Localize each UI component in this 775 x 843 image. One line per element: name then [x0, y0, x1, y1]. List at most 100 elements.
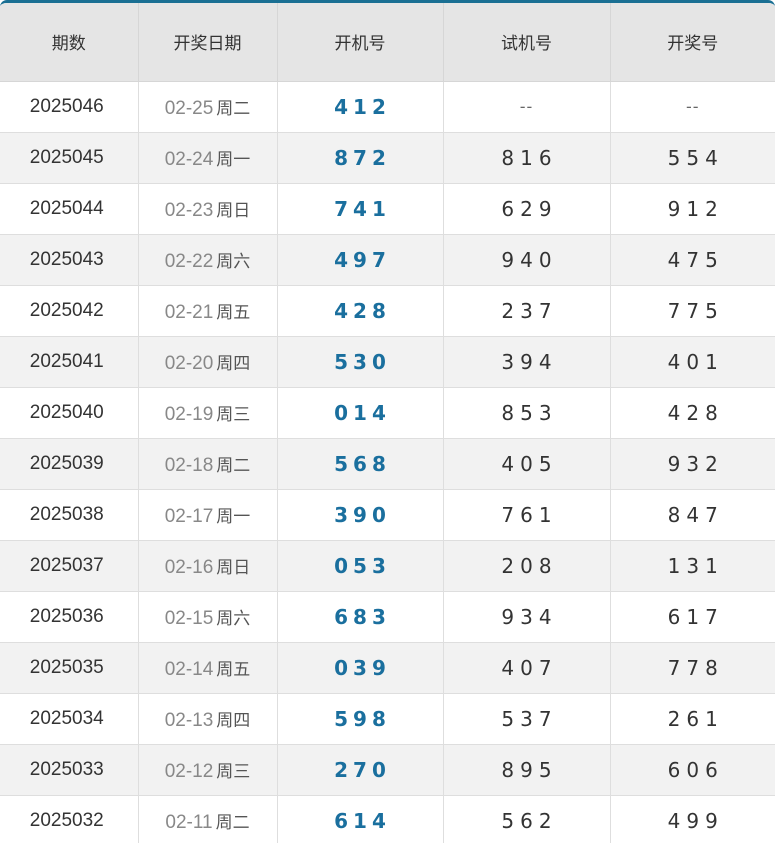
period-cell: 2025032: [0, 795, 139, 843]
draw-weekday: 周三: [216, 761, 251, 782]
prize-number-cell: 401: [610, 336, 775, 388]
draw-weekday: 周二: [216, 98, 251, 119]
open-number-cell: 053: [277, 540, 444, 592]
test-number-cell: 208: [443, 540, 611, 592]
table-row: 2025036 02-15 周六 683 934 617: [0, 591, 775, 643]
draw-weekday: 周三: [216, 404, 251, 425]
draw-weekday: 周日: [216, 557, 251, 578]
table-row: 2025037 02-16 周日 053 208 131: [0, 540, 775, 592]
draw-weekday: 周五: [216, 302, 251, 323]
draw-date: 02-14: [164, 658, 214, 680]
column-header-test-number: 试机号: [443, 3, 611, 82]
period-cell: 2025037: [0, 540, 139, 592]
draw-date-cell: 02-14 周五: [138, 642, 278, 694]
draw-date: 02-17: [164, 505, 214, 527]
draw-date: 02-21: [164, 301, 214, 323]
draw-date: 02-16: [164, 556, 214, 578]
draw-date-cell: 02-19 周三: [138, 387, 278, 439]
draw-date-cell: 02-18 周二: [138, 438, 278, 490]
period-cell: 2025046: [0, 81, 139, 133]
open-number-cell: 014: [277, 387, 444, 439]
prize-number-cell: 554: [610, 132, 775, 184]
prize-number-cell: 778: [610, 642, 775, 694]
draw-date: 02-25: [164, 97, 214, 119]
draw-date: 02-24: [164, 148, 214, 170]
draw-date-cell: 02-23 周日: [138, 183, 278, 235]
table-row: 2025041 02-20 周四 530 394 401: [0, 336, 775, 388]
draw-date-cell: 02-24 周一: [138, 132, 278, 184]
draw-weekday: 周日: [216, 200, 251, 221]
draw-date: 02-15: [164, 607, 214, 629]
draw-date: 02-22: [164, 250, 214, 272]
test-number-cell: 940: [443, 234, 611, 286]
table-row: 2025038 02-17 周一 390 761 847: [0, 489, 775, 541]
draw-date: 02-20: [164, 352, 214, 374]
draw-weekday: 周一: [216, 149, 251, 170]
column-header-prize-number: 开奖号: [610, 3, 775, 82]
prize-number-cell: 428: [610, 387, 775, 439]
period-cell: 2025035: [0, 642, 139, 694]
draw-date-cell: 02-12 周三: [138, 744, 278, 796]
column-header-period: 期数: [0, 3, 139, 82]
open-number-cell: 741: [277, 183, 444, 235]
test-number-cell: 934: [443, 591, 611, 643]
period-cell: 2025041: [0, 336, 139, 388]
results-table: 期数 开奖日期 开机号 试机号 开奖号 2025046 02-25 周二 412 -- -…: [0, 3, 775, 843]
prize-number-cell: 617: [610, 591, 775, 643]
draw-date-cell: 02-25 周二: [138, 81, 278, 133]
open-number-cell: 872: [277, 132, 444, 184]
draw-date-cell: 02-11 周二: [138, 795, 278, 843]
table-row: 2025043 02-22 周六 497 940 475: [0, 234, 775, 286]
prize-number-cell: 847: [610, 489, 775, 541]
draw-weekday: 周四: [216, 710, 251, 731]
test-number-cell: 895: [443, 744, 611, 796]
prize-number-cell: 131: [610, 540, 775, 592]
draw-weekday: 周六: [216, 608, 251, 629]
prize-number-cell: 912: [610, 183, 775, 235]
table-row: 2025039 02-18 周二 568 405 932: [0, 438, 775, 490]
open-number-cell: 039: [277, 642, 444, 694]
prize-number-cell: 475: [610, 234, 775, 286]
draw-date: 02-11: [165, 811, 213, 833]
table-row: 2025045 02-24 周一 872 816 554: [0, 132, 775, 184]
prize-number-cell: 775: [610, 285, 775, 337]
draw-date: 02-12: [164, 760, 214, 782]
test-number-cell: 853: [443, 387, 611, 439]
table-row: 2025034 02-13 周四 598 537 261: [0, 693, 775, 745]
test-number-cell: --: [443, 81, 611, 133]
test-number-cell: 405: [443, 438, 611, 490]
draw-date: 02-18: [164, 454, 214, 476]
test-number-cell: 407: [443, 642, 611, 694]
period-cell: 2025042: [0, 285, 139, 337]
table-row: 2025044 02-23 周日 741 629 912: [0, 183, 775, 235]
open-number-cell: 390: [277, 489, 444, 541]
table-row: 2025033 02-12 周三 270 895 606: [0, 744, 775, 796]
column-header-open-number: 开机号: [277, 3, 444, 82]
prize-number-cell: 261: [610, 693, 775, 745]
draw-date-cell: 02-21 周五: [138, 285, 278, 337]
draw-weekday: 周六: [216, 251, 251, 272]
table-header-row: 期数 开奖日期 开机号 试机号 开奖号: [0, 3, 775, 82]
table-row: 2025032 02-11 周二 614 562 499: [0, 795, 775, 843]
table-row: 2025042 02-21 周五 428 237 775: [0, 285, 775, 337]
open-number-cell: 270: [277, 744, 444, 796]
draw-weekday: 周一: [216, 506, 251, 527]
draw-weekday: 周四: [216, 353, 251, 374]
draw-date: 02-19: [164, 403, 214, 425]
period-cell: 2025045: [0, 132, 139, 184]
prize-number-cell: 499: [610, 795, 775, 843]
period-cell: 2025036: [0, 591, 139, 643]
draw-weekday: 周二: [215, 812, 250, 833]
draw-weekday: 周二: [216, 455, 251, 476]
period-cell: 2025038: [0, 489, 139, 541]
test-number-cell: 537: [443, 693, 611, 745]
prize-number-cell: 932: [610, 438, 775, 490]
draw-date: 02-13: [164, 709, 214, 731]
open-number-cell: 598: [277, 693, 444, 745]
period-cell: 2025044: [0, 183, 139, 235]
open-number-cell: 614: [277, 795, 444, 843]
test-number-cell: 816: [443, 132, 611, 184]
period-cell: 2025039: [0, 438, 139, 490]
prize-number-cell: 606: [610, 744, 775, 796]
period-cell: 2025033: [0, 744, 139, 796]
